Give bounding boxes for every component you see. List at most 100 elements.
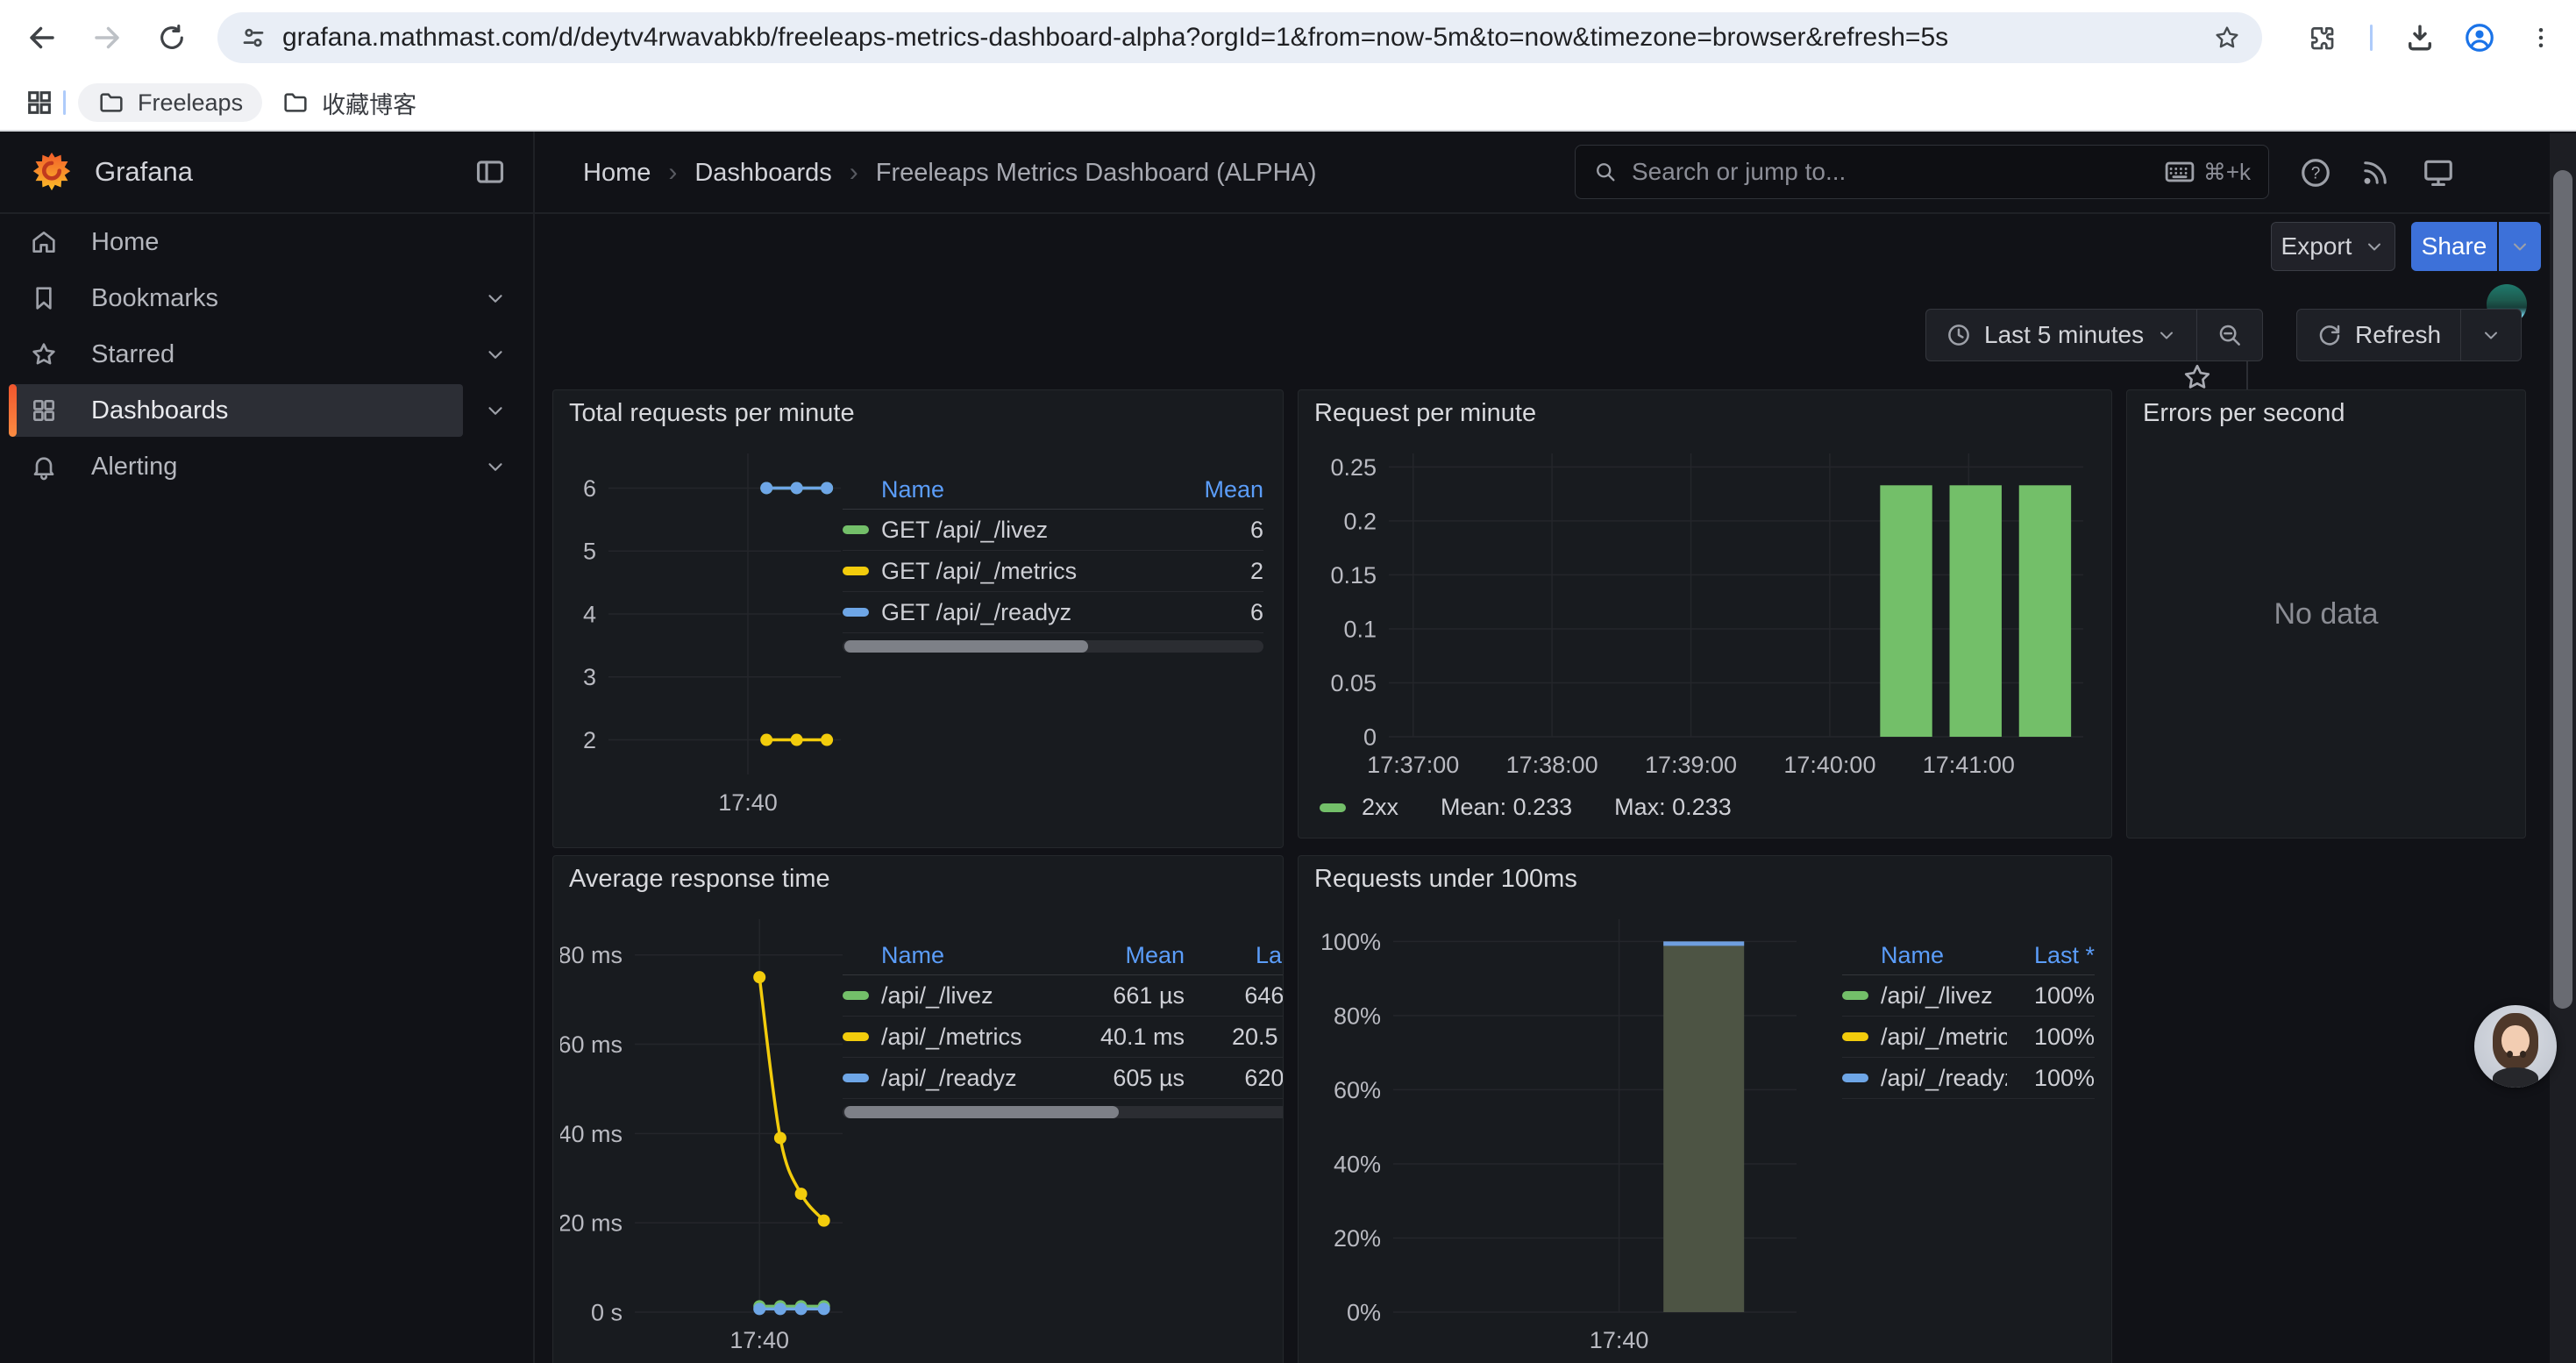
refresh-button[interactable]: Refresh xyxy=(2297,310,2460,360)
series-color-chip xyxy=(1320,803,1346,812)
time-range-button[interactable]: Last 5 minutes xyxy=(1926,310,2196,360)
table-row[interactable]: /api/_/metrics 100% xyxy=(1842,1017,2095,1058)
address-bar[interactable] xyxy=(217,12,2262,63)
bookmark-folder-freeleaps[interactable]: Freeleaps xyxy=(78,83,262,122)
chevron-down-icon[interactable] xyxy=(484,455,507,478)
url-text[interactable] xyxy=(282,23,2192,53)
chevron-down-icon[interactable] xyxy=(484,287,507,310)
search-box[interactable]: ⌘+k xyxy=(1575,145,2269,199)
share-button[interactable]: Share xyxy=(2411,222,2497,271)
chevron-down-icon xyxy=(2364,236,2385,257)
grafana-brand: Grafana xyxy=(0,132,533,212)
dashboards-grid-icon xyxy=(30,396,58,425)
series-last: 20.5 ms xyxy=(1185,1024,1284,1051)
column-header-name[interactable]: Name xyxy=(881,476,1185,503)
time-range-picker: Last 5 minutes xyxy=(1925,309,2263,361)
column-header-name[interactable]: Name xyxy=(1881,942,2007,969)
table-row[interactable]: /api/_/livez 661 µs 646 µs xyxy=(843,975,1284,1017)
total-requests-chart[interactable]: 2345617:40 xyxy=(560,443,850,820)
browser-back-icon[interactable] xyxy=(25,20,60,55)
scrollbar-thumb[interactable] xyxy=(2553,170,2572,1009)
column-header-mean[interactable]: Mean xyxy=(1185,476,1263,503)
svg-text:20%: 20% xyxy=(1334,1225,1381,1252)
requests-under-100ms-chart[interactable]: 0%20%40%60%80%100%17:40 xyxy=(1306,909,1840,1360)
svg-text:17:40:00: 17:40:00 xyxy=(1783,752,1875,778)
refresh-interval-dropdown[interactable] xyxy=(2461,310,2521,360)
series-last: 100% xyxy=(2007,1065,2095,1092)
downloads-icon[interactable] xyxy=(2402,20,2437,55)
star-icon xyxy=(30,340,58,368)
page-scrollbar[interactable] xyxy=(2550,133,2576,1363)
bookmark-icon xyxy=(30,284,58,312)
table-row[interactable]: GET /api/_/readyz 6 xyxy=(843,592,1263,633)
series-mean: 2 xyxy=(1185,558,1263,585)
series-mean: 605 µs xyxy=(1081,1065,1185,1092)
zoom-out-time-button[interactable] xyxy=(2197,310,2262,360)
column-header-name[interactable]: Name xyxy=(881,942,1081,969)
scrollbar-thumb[interactable] xyxy=(844,640,1088,653)
browser-chrome: Freeleaps 收藏博客 xyxy=(0,0,2576,132)
share-dropdown-button[interactable] xyxy=(2499,222,2541,271)
chevron-down-icon[interactable] xyxy=(484,399,507,422)
profile-icon[interactable] xyxy=(2462,20,2497,55)
browser-menu-icon[interactable] xyxy=(2523,20,2558,55)
bookmark-folder-blogs[interactable]: 收藏博客 xyxy=(262,83,436,122)
svg-text:80 ms: 80 ms xyxy=(560,942,623,968)
panel-requests-under-100ms: Requests under 100ms 0%20%40%60%80%100%1… xyxy=(1298,855,2112,1363)
table-row[interactable]: /api/_/readyz 605 µs 620 µs xyxy=(843,1058,1284,1099)
table-row[interactable]: /api/_/livez 100% xyxy=(1842,975,2095,1017)
extensions-icon[interactable] xyxy=(2304,20,2339,55)
sidebar-item-dashboards[interactable]: Dashboards xyxy=(0,382,533,439)
panel-title[interactable]: Total requests per minute xyxy=(569,399,855,428)
svg-text:2: 2 xyxy=(583,727,596,753)
legend-series-name[interactable]: 2xx xyxy=(1362,794,1398,821)
table-scrollbar[interactable] xyxy=(843,1106,1284,1118)
browser-forward-icon[interactable] xyxy=(89,20,125,55)
sidebar-item-bookmarks[interactable]: Bookmarks xyxy=(0,270,533,326)
series-mean: 661 µs xyxy=(1081,982,1185,1010)
folder-icon xyxy=(281,89,310,117)
breadcrumb-home[interactable]: Home xyxy=(583,159,651,188)
sidebar-divider xyxy=(533,132,535,1363)
export-button[interactable]: Export xyxy=(2271,222,2395,271)
breadcrumb-dashboards[interactable]: Dashboards xyxy=(694,159,831,188)
panel-title[interactable]: Average response time xyxy=(569,865,830,894)
scrollbar-thumb[interactable] xyxy=(844,1106,1119,1118)
column-header-mean[interactable]: Mean xyxy=(1081,942,1185,969)
news-rss-icon[interactable] xyxy=(2356,153,2395,192)
sidebar-item-home[interactable]: Home xyxy=(0,214,533,270)
table-scrollbar[interactable] xyxy=(843,640,1263,653)
column-header-last[interactable]: Last * xyxy=(2007,942,2095,969)
chevron-down-icon[interactable] xyxy=(484,343,507,366)
brand-title: Grafana xyxy=(95,156,193,188)
table-row[interactable]: /api/_/metrics 40.1 ms 20.5 ms xyxy=(843,1017,1284,1058)
apps-grid-icon[interactable] xyxy=(25,88,54,118)
average-response-time-chart[interactable]: 0 s20 ms40 ms60 ms80 ms17:40 xyxy=(560,909,850,1360)
series-name: /api/_/livez xyxy=(1881,982,2007,1010)
panel-average-response-time: Average response time 0 s20 ms40 ms60 ms… xyxy=(552,855,1284,1363)
sidebar-item-alerting[interactable]: Alerting xyxy=(0,439,533,495)
column-header-last[interactable]: Last * xyxy=(1185,942,1284,969)
legend-max: Max: 0.233 xyxy=(1614,794,1732,821)
panel-title[interactable]: Requests under 100ms xyxy=(1314,865,1577,894)
search-input[interactable] xyxy=(1632,158,2151,186)
help-icon[interactable]: ? xyxy=(2296,153,2335,192)
table-row[interactable]: GET /api/_/metrics 2 xyxy=(843,551,1263,592)
request-per-minute-chart[interactable]: 00.050.10.150.20.2517:37:0017:38:0017:39… xyxy=(1306,443,2099,785)
panel-title[interactable]: Request per minute xyxy=(1314,399,1536,428)
panel-legend-table: Name Mean Last * /api/_/livez 661 µs 646… xyxy=(843,937,1284,1118)
series-last: 620 µs xyxy=(1185,1065,1284,1092)
table-row[interactable]: /api/_/readyz 100% xyxy=(1842,1058,2095,1099)
refresh-picker: Refresh xyxy=(2296,309,2522,361)
series-color-chip xyxy=(1842,991,1868,1000)
table-row[interactable]: GET /api/_/livez 6 xyxy=(843,510,1263,551)
sidebar-toggle-icon[interactable] xyxy=(473,155,507,189)
svg-text:20 ms: 20 ms xyxy=(560,1210,623,1237)
site-settings-icon[interactable] xyxy=(240,25,267,51)
browser-reload-icon[interactable] xyxy=(154,20,189,55)
floating-assistant-avatar[interactable] xyxy=(2474,1005,2557,1088)
bookmark-page-star-icon[interactable] xyxy=(2213,24,2241,52)
sidebar-item-starred[interactable]: Starred xyxy=(0,326,533,382)
grafana-logo[interactable] xyxy=(32,152,72,192)
kiosk-monitor-icon[interactable] xyxy=(2419,153,2458,192)
